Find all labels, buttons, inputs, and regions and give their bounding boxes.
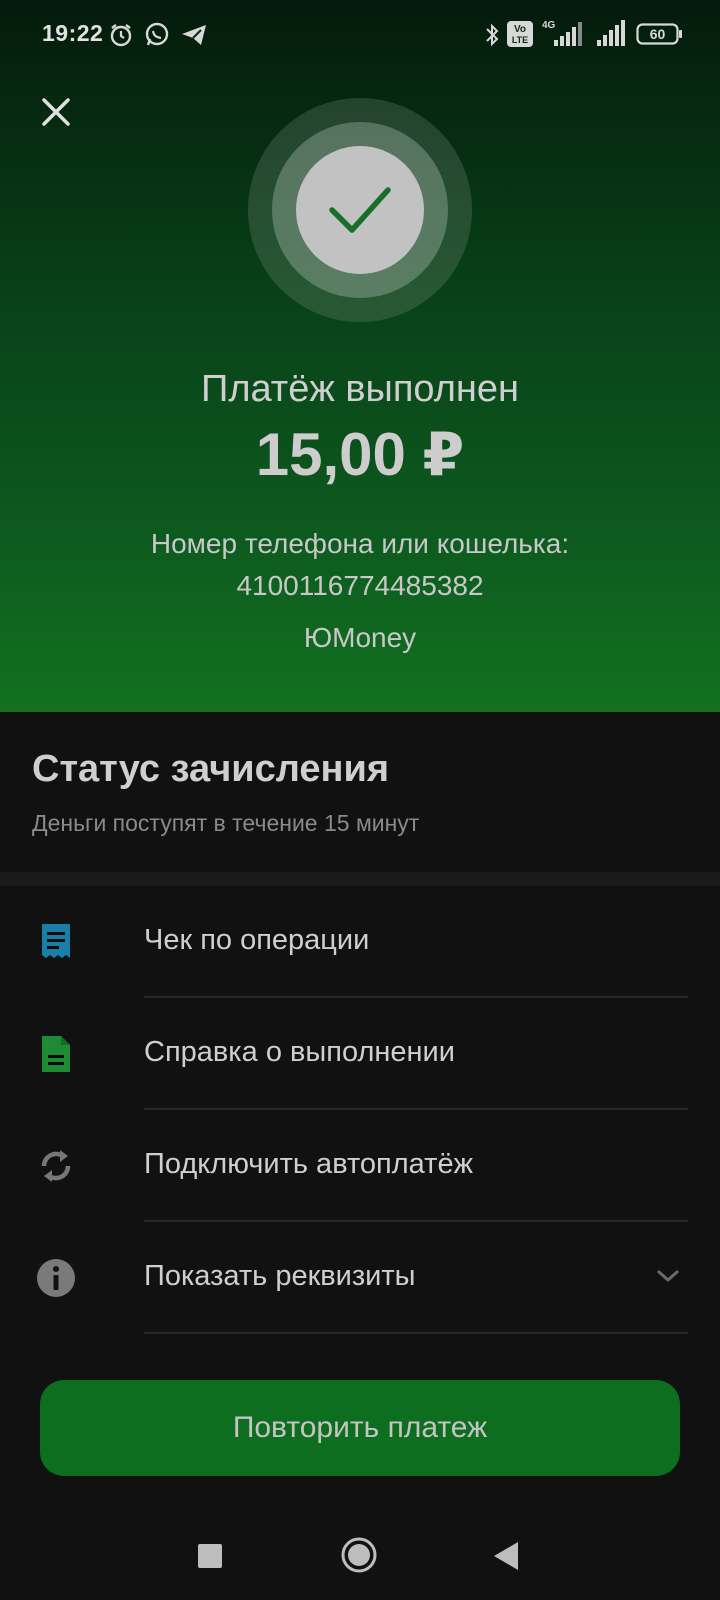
- back-icon[interactable]: [494, 1542, 520, 1575]
- close-button[interactable]: [36, 92, 76, 132]
- info-icon: [36, 1258, 76, 1298]
- home-icon[interactable]: [340, 1536, 378, 1579]
- action-label: Подключить автоплатёж: [144, 1148, 473, 1180]
- battery-icon: 60: [636, 22, 684, 51]
- section-divider: [0, 872, 720, 886]
- signal-icon: [596, 20, 626, 53]
- system-nav-bar: [0, 1512, 720, 1600]
- action-show-details[interactable]: Показать реквизиты: [0, 1222, 720, 1334]
- success-header: 19:22 Vo LTE 4G 60 Платёж выполнен 15,00…: [0, 0, 720, 712]
- action-label: Справка о выполнении: [144, 1036, 455, 1068]
- alarm-icon: [108, 22, 134, 53]
- payment-amount: 15,00 ₽: [255, 421, 465, 488]
- document-icon: [36, 1034, 76, 1074]
- payment-success-screen: 19:22 Vo LTE 4G 60 Платёж выполнен 15,00…: [0, 0, 720, 1600]
- service-name: ЮMoney: [303, 622, 417, 653]
- status-bar: 19:22 Vo LTE 4G 60: [0, 0, 720, 70]
- whatsapp-icon: [144, 22, 170, 53]
- chevron-down-icon[interactable]: [656, 1268, 680, 1289]
- battery-level: 60: [650, 26, 666, 42]
- recipient-number: 4100116774485382: [236, 570, 484, 601]
- volte-icon: Vo LTE: [506, 20, 534, 53]
- payment-status-title: Платёж выполнен: [201, 368, 519, 410]
- repeat-payment-label: Повторить платеж: [232, 1411, 488, 1444]
- telegram-icon: [180, 22, 208, 53]
- action-autopay[interactable]: Подключить автоплатёж: [0, 1110, 720, 1222]
- svg-text:LTE: LTE: [512, 35, 528, 45]
- status-time: 19:22: [42, 20, 104, 46]
- credit-status-subtitle: Деньги поступят в течение 15 минут: [32, 810, 420, 836]
- recipient-label: Номер телефона или кошелька:: [150, 528, 570, 559]
- close-icon: [42, 98, 70, 126]
- signal-4g-icon: 4G: [540, 18, 584, 53]
- checkmark-icon: [329, 187, 391, 233]
- svg-text:4G: 4G: [542, 20, 556, 31]
- autopay-icon: [36, 1146, 76, 1186]
- success-check: [248, 98, 472, 322]
- check-circle: [296, 146, 424, 274]
- svg-text:Vo: Vo: [514, 24, 526, 35]
- recents-icon[interactable]: [198, 1544, 222, 1573]
- receipt-icon: [36, 922, 76, 962]
- credit-status-title: Статус зачисления: [32, 748, 390, 790]
- action-label: Показать реквизиты: [144, 1260, 416, 1292]
- action-label: Чек по операции: [144, 924, 370, 956]
- action-receipt[interactable]: Чек по операции: [0, 886, 720, 998]
- repeat-payment-button[interactable]: Повторить платеж: [40, 1380, 680, 1476]
- action-certificate[interactable]: Справка о выполнении: [0, 998, 720, 1110]
- bluetooth-icon: [484, 22, 500, 53]
